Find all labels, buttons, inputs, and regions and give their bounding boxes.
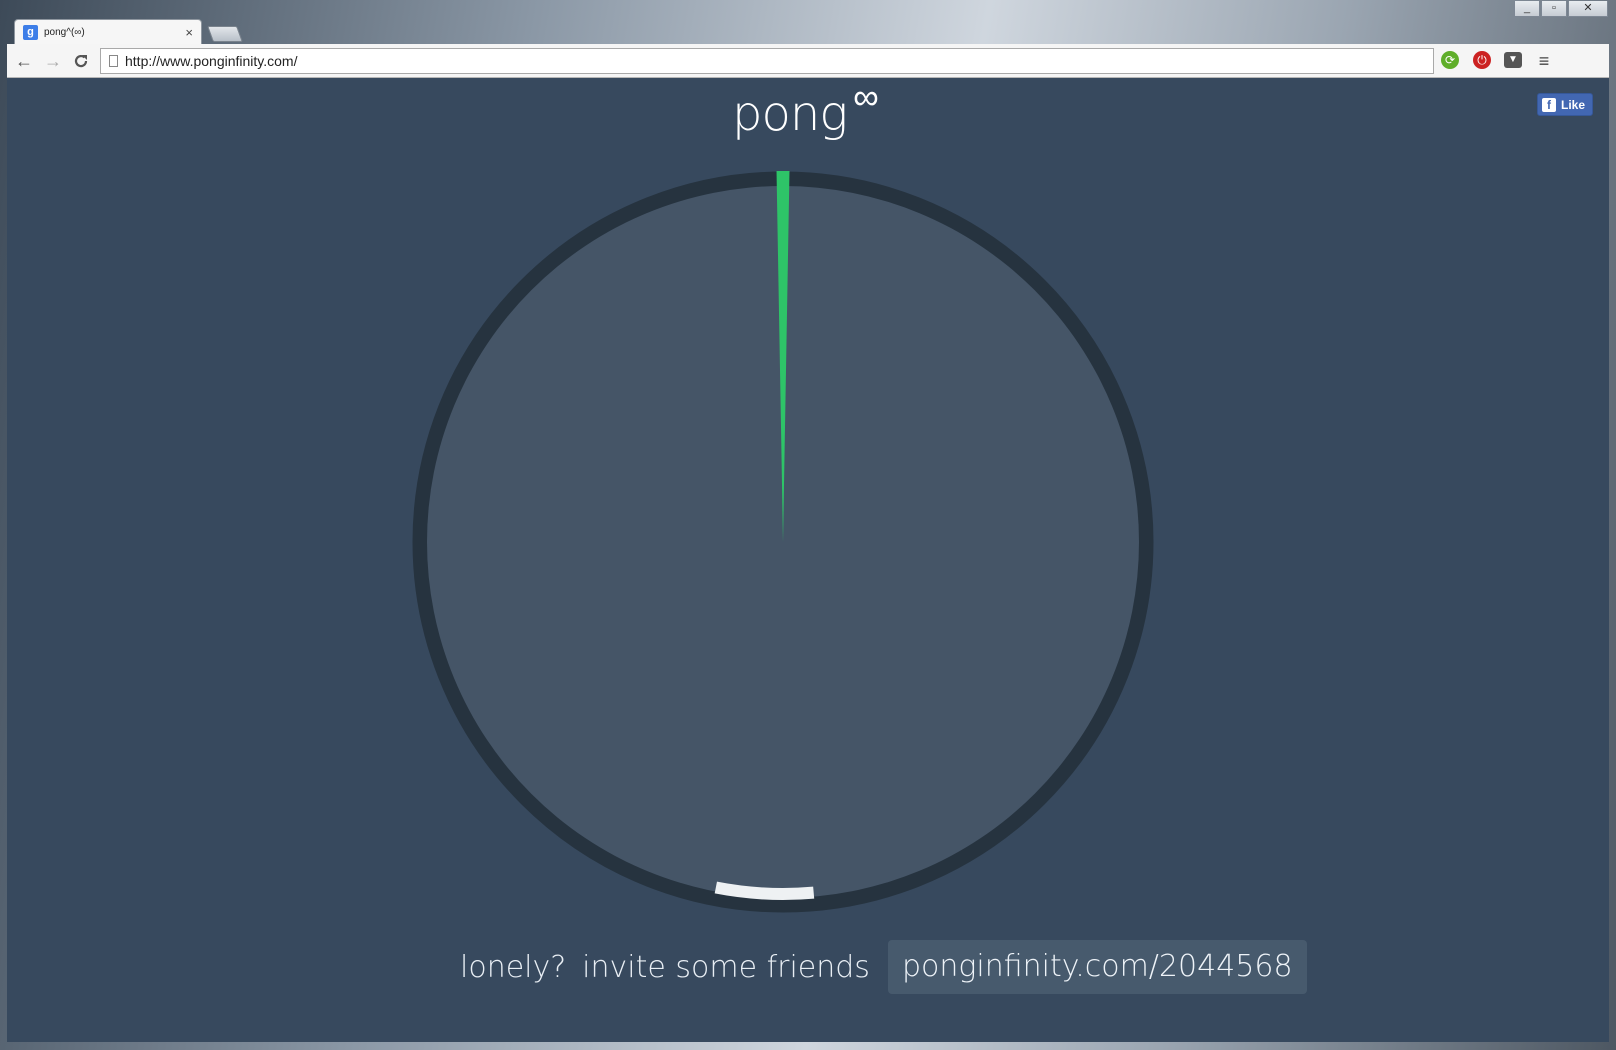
tab-title: pong^(∞) bbox=[44, 26, 85, 38]
game-arena[interactable] bbox=[7, 78, 1609, 1042]
url-text[interactable]: http://www.ponginfinity.com/ bbox=[125, 53, 297, 69]
stop-extension-icon[interactable]: ⏻ bbox=[1473, 51, 1491, 69]
player-paddle[interactable] bbox=[714, 881, 815, 900]
address-bar[interactable]: http://www.ponginfinity.com/ bbox=[100, 48, 1434, 74]
invite-text: invite some friends bbox=[582, 949, 870, 985]
pocket-icon[interactable]: ▼ bbox=[1504, 52, 1522, 68]
close-window-button[interactable]: ✕ bbox=[1568, 1, 1608, 17]
tab-pong[interactable]: g pong^(∞) × bbox=[14, 19, 202, 44]
window-controls: _ ▫ ✕ bbox=[1513, 1, 1608, 17]
page-viewport: pong ∞ f Like lonely? invite some friends… bbox=[7, 78, 1609, 1042]
refresh-extension-icon[interactable]: ⟳ bbox=[1441, 51, 1459, 69]
new-tab-button[interactable] bbox=[207, 26, 243, 42]
reload-icon[interactable] bbox=[70, 50, 92, 72]
forward-arrow-icon[interactable]: → bbox=[42, 50, 64, 72]
maximize-button[interactable]: ▫ bbox=[1541, 1, 1567, 17]
tab-close-icon[interactable]: × bbox=[185, 25, 193, 40]
back-arrow-icon[interactable]: ← bbox=[13, 50, 35, 72]
lonely-text: lonely? bbox=[460, 949, 567, 985]
invite-link[interactable]: ponginfinity.com/2044568 bbox=[887, 940, 1307, 994]
page-icon bbox=[109, 55, 118, 67]
invite-section: lonely? invite some friends ponginfinity… bbox=[460, 940, 1307, 994]
browser-toolbar: ← → http://www.ponginfinity.com/ ⟳ ⏻ ▼ ≡ bbox=[7, 44, 1609, 78]
google-favicon-icon: g bbox=[23, 24, 38, 40]
minimize-button[interactable]: _ bbox=[1514, 1, 1540, 17]
menu-icon[interactable]: ≡ bbox=[1534, 51, 1554, 71]
